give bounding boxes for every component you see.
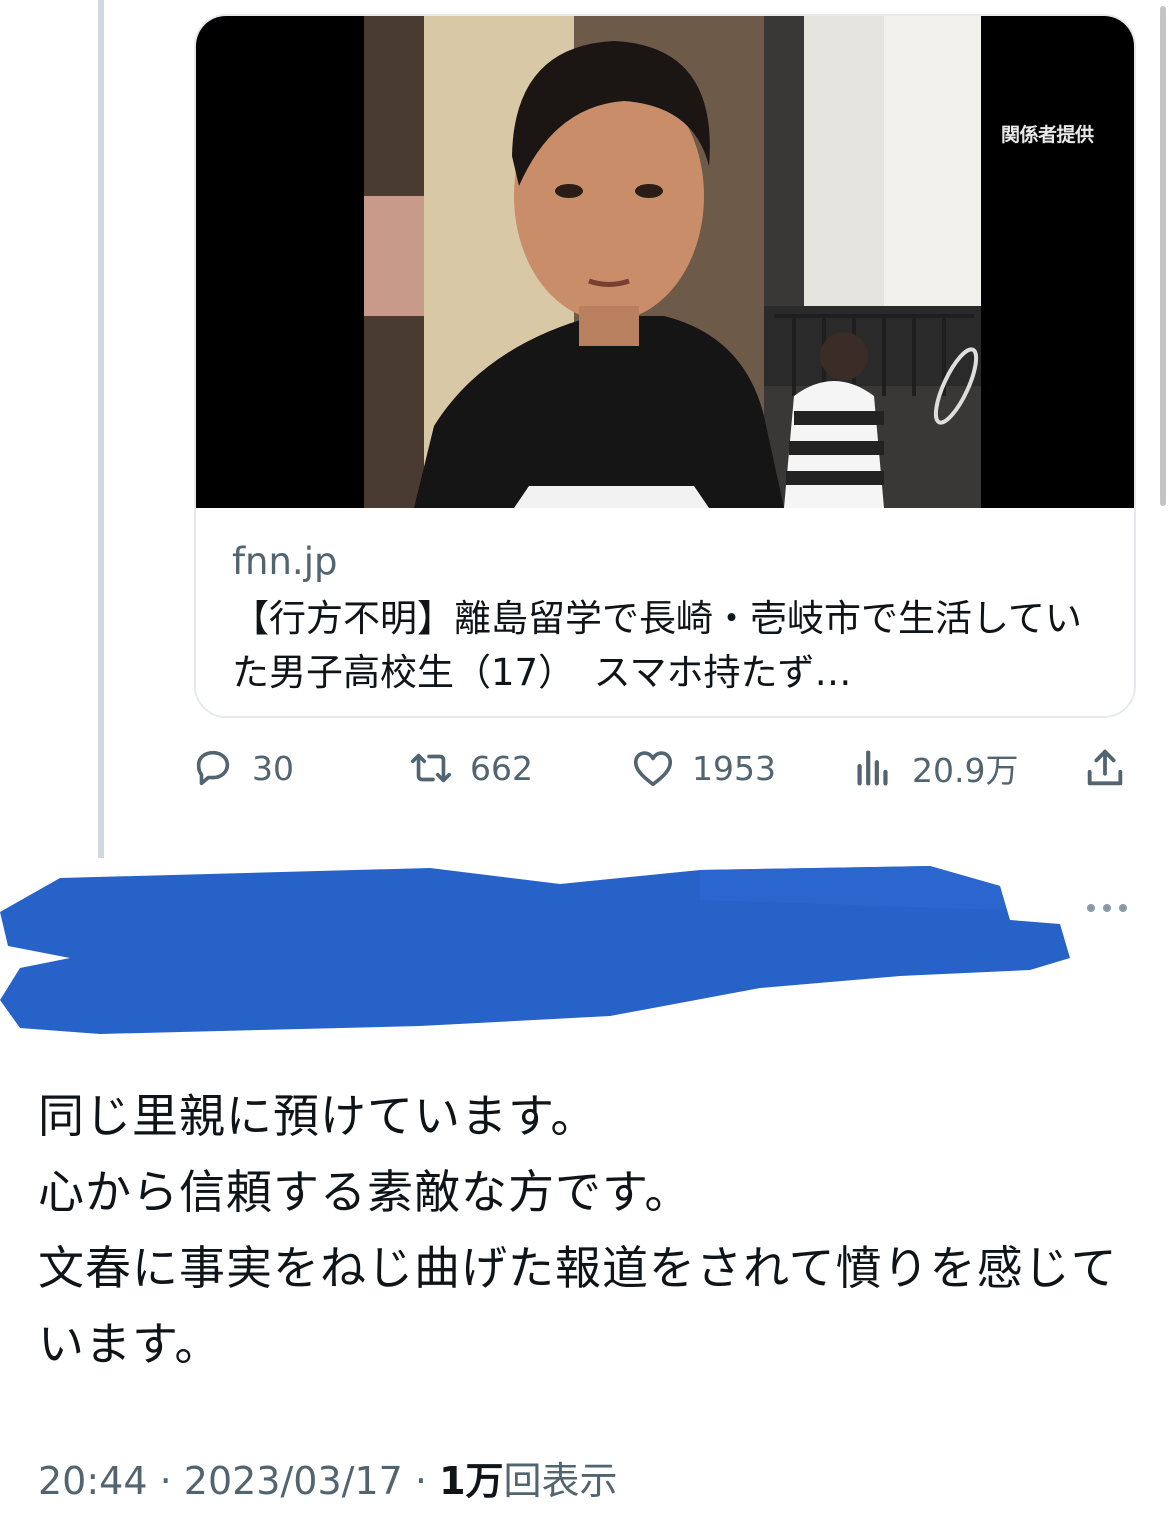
card-media: 関係者提供	[196, 16, 1134, 508]
reply-text-line: います。	[38, 1317, 222, 1371]
scrollbar[interactable]	[1160, 6, 1166, 506]
retweet-button[interactable]: 662	[408, 740, 533, 796]
view-count: 20.9万	[912, 751, 1019, 790]
reply-text-line: 文春に事実をねじ曲げた報道をされて憤りを感じて	[38, 1241, 1118, 1295]
retweet-icon	[410, 753, 452, 783]
reply-text: 同じ里親に預けています。 心から信頼する素敵な方です。 文春に事実をねじ曲げた報…	[38, 1078, 1138, 1382]
card-title: 【行方不明】離島留学で長崎・壱岐市で生活していた男子高校生（17） スマホ持たず…	[232, 597, 1082, 694]
reply-button[interactable]: 30	[190, 740, 294, 796]
tweet-actions-bar: 30 662 1953 20.9万	[190, 740, 1140, 796]
image-credit: 関係者提供	[1001, 124, 1094, 146]
tweet-date[interactable]: 2023/03/17	[184, 1459, 403, 1503]
reply-text-line: 心から信頼する素敵な方です。	[38, 1165, 692, 1219]
more-icon[interactable]	[1084, 895, 1130, 921]
retweet-count: 662	[470, 748, 533, 788]
reply-count: 30	[252, 748, 294, 788]
reply-icon	[196, 750, 230, 786]
views-button[interactable]: 20.9万	[850, 740, 1018, 796]
link-preview-card[interactable]: 関係者提供 fnn.jp 【行方不明】離島留学で長崎・壱岐市で生活していた男子高…	[194, 14, 1136, 718]
share-icon	[1087, 749, 1123, 786]
like-icon	[633, 751, 673, 787]
reply-text-line: 同じ里親に預けています。	[38, 1089, 598, 1143]
like-button[interactable]: 1953	[630, 740, 776, 796]
thread-connector-line	[98, 0, 104, 858]
views-icon	[857, 750, 888, 786]
card-photo	[364, 16, 981, 508]
meta-separator: ·	[414, 1459, 440, 1503]
redaction-scribble	[0, 866, 1070, 1034]
share-button[interactable]	[1082, 740, 1144, 796]
tweet-time[interactable]: 20:44	[38, 1459, 148, 1503]
meta-separator: ·	[159, 1459, 184, 1503]
tweet-metadata: 20:44 · 2023/03/17 · 1万回表示	[38, 1450, 618, 1505]
card-domain: fnn.jp	[232, 540, 338, 583]
views-label: 回表示	[503, 1459, 618, 1503]
like-count: 1953	[692, 748, 776, 788]
views-number: 1万	[439, 1459, 504, 1503]
